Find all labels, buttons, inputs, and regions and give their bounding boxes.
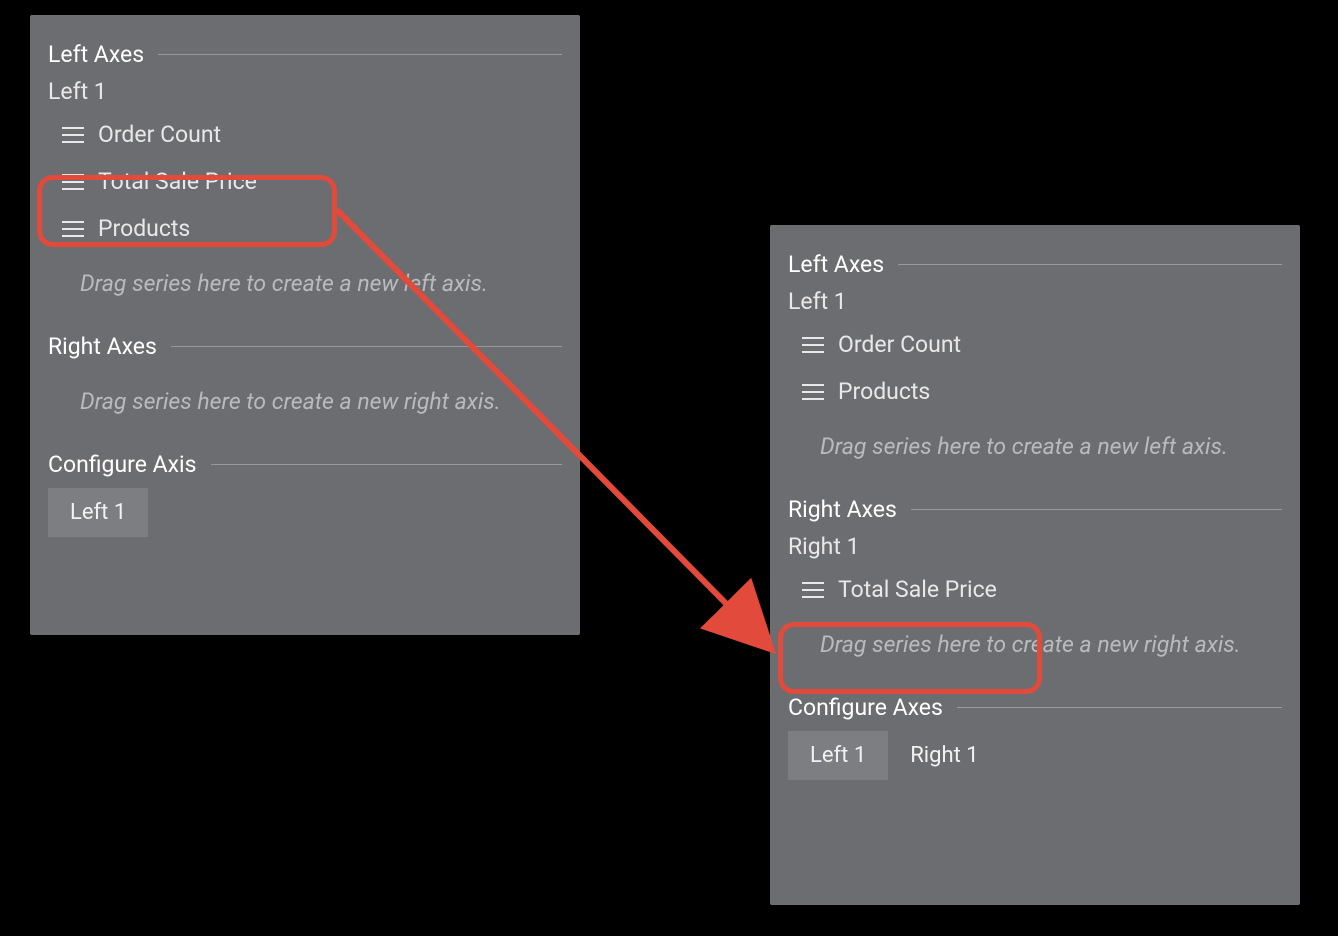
series-item-total-sale-price[interactable]: Total Sale Price [798, 566, 1282, 613]
divider [158, 54, 562, 55]
drag-handle-icon[interactable] [62, 220, 84, 238]
drag-handle-icon[interactable] [802, 581, 824, 599]
configure-axis-section: Configure Axis [30, 451, 580, 478]
right-axes-section: Right Axes Right 1 Total Sale Price Drag… [770, 496, 1300, 676]
divider [211, 464, 563, 465]
series-item-order-count[interactable]: Order Count [798, 321, 1282, 368]
divider [911, 509, 1282, 510]
divider [898, 264, 1282, 265]
right-axes-header: Right Axes [788, 496, 1282, 523]
tab-left-1[interactable]: Left 1 [48, 488, 148, 537]
series-label: Total Sale Price [98, 168, 257, 195]
series-item-products[interactable]: Products [58, 205, 562, 252]
left-axes-header-label: Left Axes [788, 251, 884, 278]
right-axis-drop-hint[interactable]: Drag series here to create a new right a… [48, 370, 562, 433]
configure-axis-header: Configure Axis [48, 451, 562, 478]
tab-left-1[interactable]: Left 1 [788, 731, 888, 780]
drag-handle-icon[interactable] [62, 173, 84, 191]
series-item-products[interactable]: Products [798, 368, 1282, 415]
left-axes-header-label: Left Axes [48, 41, 144, 68]
left-axis-drop-hint[interactable]: Drag series here to create a new left ax… [48, 252, 562, 315]
right-axes-header-label: Right Axes [788, 496, 897, 523]
left-axis-drop-hint[interactable]: Drag series here to create a new left ax… [788, 415, 1282, 478]
left-axes-header: Left Axes [788, 251, 1282, 278]
configure-axis-tabs: Left 1 [30, 488, 580, 555]
drag-handle-icon[interactable] [62, 126, 84, 144]
right-axis-drop-hint[interactable]: Drag series here to create a new right a… [788, 613, 1282, 676]
divider [171, 346, 562, 347]
left-axis-name: Left 1 [788, 288, 1282, 315]
left-axes-header: Left Axes [48, 41, 562, 68]
configure-axes-header: Configure Axes [788, 694, 1282, 721]
series-label: Order Count [98, 121, 221, 148]
tab-right-1[interactable]: Right 1 [888, 731, 1000, 780]
configure-axis-header-label: Configure Axis [48, 451, 197, 478]
left-axes-section: Left Axes Left 1 Order Count Total Sale … [30, 41, 580, 315]
configure-axes-tabs: Left 1 Right 1 [770, 731, 1300, 798]
right-axis-name: Right 1 [788, 533, 1282, 560]
series-label: Products [838, 378, 930, 405]
drag-handle-icon[interactable] [802, 336, 824, 354]
divider [957, 707, 1282, 708]
drag-handle-icon[interactable] [802, 383, 824, 401]
configure-axes-section: Configure Axes [770, 694, 1300, 721]
right-axes-section: Right Axes Drag series here to create a … [30, 333, 580, 433]
left-axis-name: Left 1 [48, 78, 562, 105]
axes-config-panel-after: Left Axes Left 1 Order Count Products Dr… [770, 225, 1300, 905]
series-item-order-count[interactable]: Order Count [58, 111, 562, 158]
axes-config-panel-before: Left Axes Left 1 Order Count Total Sale … [30, 15, 580, 635]
series-label: Total Sale Price [838, 576, 997, 603]
left-axes-section: Left Axes Left 1 Order Count Products Dr… [770, 251, 1300, 478]
series-label: Order Count [838, 331, 961, 358]
series-item-total-sale-price[interactable]: Total Sale Price [58, 158, 562, 205]
right-axes-header-label: Right Axes [48, 333, 157, 360]
configure-axes-header-label: Configure Axes [788, 694, 943, 721]
series-label: Products [98, 215, 190, 242]
right-axes-header: Right Axes [48, 333, 562, 360]
